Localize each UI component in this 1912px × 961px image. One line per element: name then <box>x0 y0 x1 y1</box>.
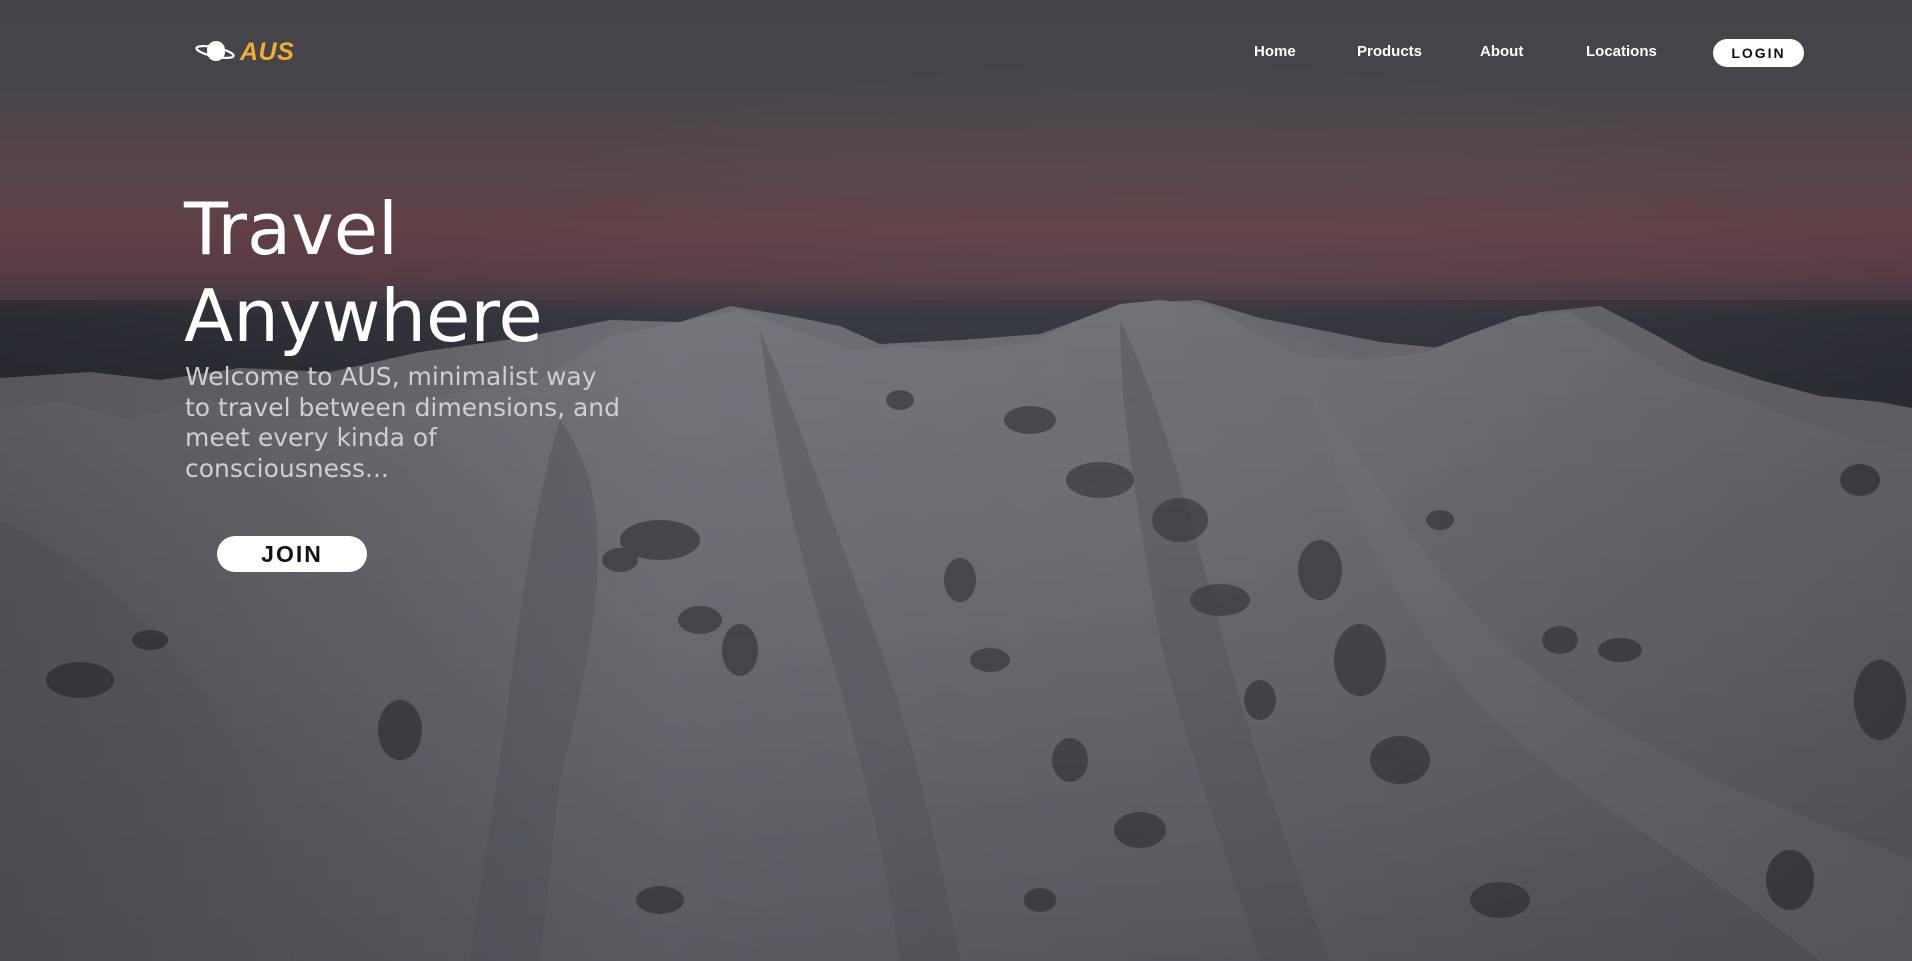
hero-title-line-2: Anywhere <box>184 274 543 358</box>
hero-title: Travel Anywhere <box>184 186 704 360</box>
nav-links: Home Products About Locations <box>0 40 1912 64</box>
nav-about-link[interactable]: About <box>1480 40 1523 64</box>
nav-home-link[interactable]: Home <box>1254 40 1296 64</box>
nav-products-link[interactable]: Products <box>1357 40 1422 64</box>
login-button[interactable]: LOGIN <box>1713 39 1804 67</box>
landing-page: AUS Home Products About Locations LOGIN … <box>0 0 1912 961</box>
hero-title-line-1: Travel <box>184 187 399 271</box>
nav-locations-link[interactable]: Locations <box>1586 40 1657 64</box>
hero-subtitle: Welcome to AUS, minimalist way to travel… <box>185 362 621 483</box>
top-navbar: AUS Home Products About Locations LOGIN <box>0 0 1912 104</box>
join-button[interactable]: JOIN <box>217 536 367 572</box>
